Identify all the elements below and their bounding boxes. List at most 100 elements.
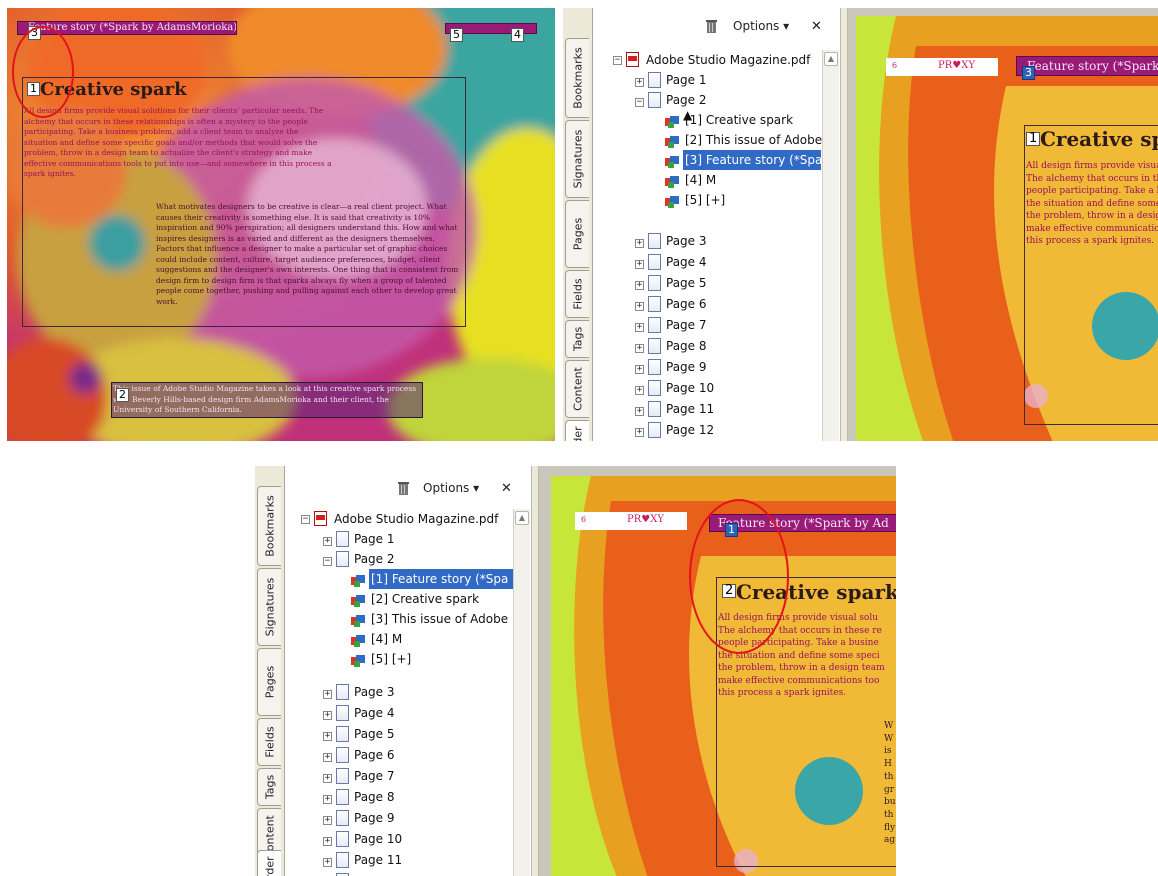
tree-child-3[interactable]: [3] This issue of Adobe [369, 609, 510, 629]
tab-bookmarks[interactable]: Bookmarks [257, 486, 281, 566]
tree-child-4[interactable]: [4] M [369, 629, 404, 649]
caption-text: This issue of Adobe Studio Magazine take… [113, 384, 417, 414]
tree-root[interactable]: Adobe Studio Magazine.pdf [646, 50, 810, 70]
tab-tags[interactable]: Tags [565, 320, 589, 358]
trash-icon[interactable] [705, 18, 718, 34]
tag-element-icon [351, 595, 365, 607]
close-icon[interactable]: ✕ [811, 19, 822, 34]
tab-fields[interactable]: Fields [257, 718, 281, 766]
tag-number: 1 [1026, 132, 1041, 146]
tree-child-5[interactable]: [5] [+] [683, 190, 727, 210]
tree-page-1[interactable]: Page 1 [354, 529, 395, 549]
tag-number: 2 [116, 388, 129, 402]
tab-signatures[interactable]: Signatures [565, 120, 589, 198]
order-panel-screenshot-a: Bookmarks Signatures Pages Fields Tags C… [563, 8, 1158, 441]
tree-page-8[interactable]: Page 8 [354, 787, 395, 807]
navigation-tabs: Bookmarks Signatures Pages Fields Tags C… [255, 466, 285, 876]
tab-content[interactable]: Content [565, 360, 589, 418]
feature-story-title-bar: Feature story (*Spark b [1016, 56, 1158, 76]
tag-element-icon [351, 575, 365, 587]
trash-icon[interactable] [397, 480, 410, 496]
order-toolbar: Options ▾ ✕ [285, 478, 535, 506]
body-text: All design firms provide visual The alche… [1026, 161, 1158, 246]
tree-page-9[interactable]: Page 9 [666, 357, 707, 377]
order-toolbar: Options ▾ ✕ [593, 16, 843, 44]
tree-page-7[interactable]: Page 7 [354, 766, 395, 786]
tag-number: 5 [450, 28, 463, 42]
tag-element-icon [351, 635, 365, 647]
tree-page-11[interactable]: Page 11 [666, 399, 714, 419]
tab-bookmarks[interactable]: Bookmarks [565, 38, 589, 118]
tag-number: 3 [1022, 66, 1035, 80]
annotation-circle [12, 26, 74, 118]
tree-page-12[interactable]: Page 12 [354, 871, 402, 876]
proxy-logo: PR♥XY [627, 514, 664, 525]
tree-child-3-selected[interactable]: [3] Feature story (*Spa [683, 150, 821, 170]
tag-element-icon [665, 116, 679, 128]
tag-element-icon [665, 156, 679, 168]
tree-page-3[interactable]: Page 3 [354, 682, 395, 702]
tree-page-10[interactable]: Page 10 [354, 829, 402, 849]
tree-child-2[interactable]: [2] Creative spark [369, 589, 481, 609]
tree-child-5[interactable]: [5] [+] [369, 649, 413, 669]
page-heading: Creative spar [1040, 127, 1158, 151]
proxy-logo-strip: 6 PR♥XY [886, 58, 998, 76]
panel-splitter[interactable] [531, 466, 539, 876]
options-menu[interactable]: Options ▾ [423, 481, 479, 495]
tree-page-9[interactable]: Page 9 [354, 808, 395, 828]
tree-page-5[interactable]: Page 5 [666, 273, 707, 293]
tab-order[interactable]: Order [257, 850, 281, 876]
tree-page-8[interactable]: Page 8 [666, 336, 707, 356]
document-view-reading-order: Feature story (*Spark by AdamsMorioka) 3… [7, 8, 555, 441]
tree-child-1[interactable]: [1] Creative spark [683, 110, 795, 130]
tree-child-1-selected[interactable]: [1] Feature story (*Spa [369, 569, 513, 589]
body-paragraph-2: What motivates designers to be creative … [156, 202, 459, 306]
tree-page-12[interactable]: Page 12 [666, 420, 714, 440]
tree-page-6[interactable]: Page 6 [354, 745, 395, 765]
tree-scrollbar[interactable]: ▲ [822, 50, 839, 441]
navigation-tabs: Bookmarks Signatures Pages Fields Tags C… [563, 8, 593, 441]
tag-element-icon [351, 655, 365, 667]
annotation-circle [689, 499, 789, 654]
pdf-file-icon [626, 52, 639, 67]
chevron-down-icon: ▾ [783, 19, 790, 33]
tab-fields[interactable]: Fields [565, 270, 589, 318]
tab-pages[interactable]: Pages [257, 648, 281, 716]
tree-root[interactable]: Adobe Studio Magazine.pdf [334, 509, 498, 529]
close-icon[interactable]: ✕ [501, 481, 512, 496]
page-icon [648, 72, 661, 88]
panel-splitter[interactable] [840, 8, 848, 441]
body-text-column-2: W Wis Hth gr bu th fly ag [884, 721, 896, 846]
order-tree: − Adobe Studio Magazine.pdf + Page 1 − P… [291, 509, 513, 876]
tag-element-icon [665, 136, 679, 148]
tab-signatures[interactable]: Signatures [257, 568, 281, 646]
proxy-logo-strip: 6 PR♥XY [575, 512, 687, 530]
tree-page-5[interactable]: Page 5 [354, 724, 395, 744]
tree-child-2[interactable]: [2] This issue of Adobe [683, 130, 824, 150]
tree-page-2[interactable]: Page 2 [354, 549, 395, 569]
order-tree: − Adobe Studio Magazine.pdf + Page 1 − P… [599, 50, 823, 441]
tree-scrollbar[interactable]: ▲ [513, 509, 530, 876]
tab-tags[interactable]: Tags [257, 768, 281, 806]
tree-page-4[interactable]: Page 4 [354, 703, 395, 723]
order-panel-screenshot-b: Bookmarks Signatures Pages Fields Tags C… [255, 466, 896, 876]
tree-page-1[interactable]: Page 1 [666, 70, 707, 90]
options-menu[interactable]: Options ▾ [733, 19, 789, 33]
pdf-file-icon [314, 511, 327, 526]
page-viewer: 6 PR♥XY Feature story (*Spark by Ad 1 2 … [539, 466, 896, 876]
tree-page-7[interactable]: Page 7 [666, 315, 707, 335]
tree-page-11[interactable]: Page 11 [354, 850, 402, 870]
tree-child-4[interactable]: [4] M [683, 170, 718, 190]
tag-element-icon [665, 196, 679, 208]
tree-page-6[interactable]: Page 6 [666, 294, 707, 314]
tree-page-10[interactable]: Page 10 [666, 378, 714, 398]
tree-page-4[interactable]: Page 4 [666, 252, 707, 272]
tab-pages[interactable]: Pages [565, 200, 589, 268]
chevron-down-icon: ▾ [473, 481, 480, 495]
tree-page-3[interactable]: Page 3 [666, 231, 707, 251]
tab-order[interactable]: Order [565, 420, 589, 441]
tag-number: 4 [511, 28, 524, 42]
body-paragraph-1: All design firms provide visual solution… [24, 106, 332, 178]
tree-page-2[interactable]: Page 2 [666, 90, 707, 110]
proxy-logo: PR♥XY [938, 60, 975, 71]
